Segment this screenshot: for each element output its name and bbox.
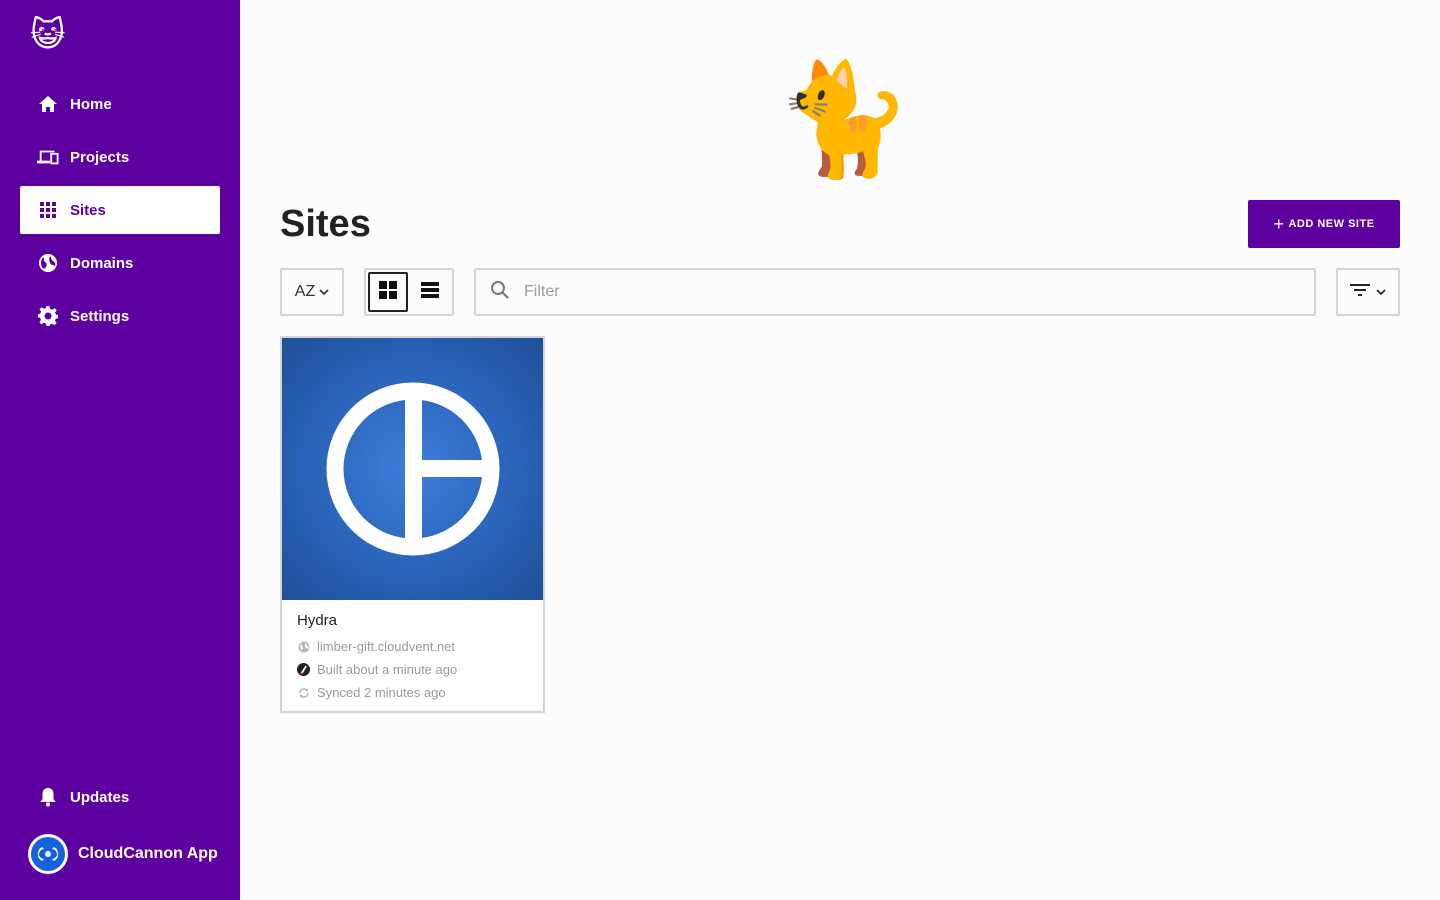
grid-icon (37, 199, 59, 221)
add-new-site-label: ADD NEW SITE (1288, 218, 1375, 230)
page-title: Sites (280, 203, 371, 245)
sidebar-item-label: Projects (70, 148, 130, 166)
gear-icon (37, 305, 59, 327)
chevron-down-icon (319, 283, 329, 301)
sidebar-bottom: Updates CloudCannon App (20, 773, 220, 879)
site-build-row: Built about a minute ago (297, 658, 528, 681)
site-name: Hydra (297, 612, 338, 629)
bell-icon (37, 786, 59, 808)
devices-icon (37, 146, 59, 168)
sidebar-item-sites[interactable]: Sites (20, 186, 220, 234)
site-domain-row: limber-gift.cloudvent.net (297, 635, 528, 658)
site-thumbnail (282, 338, 543, 600)
sidebar-item-settings[interactable]: Settings (20, 292, 220, 340)
sidebar-item-domains[interactable]: Domains (20, 239, 220, 287)
sort-dropdown[interactable]: AZ (280, 268, 344, 316)
list-view-button[interactable] (410, 272, 450, 312)
app-name: CloudCannon App (78, 845, 218, 862)
home-icon (37, 93, 59, 115)
sidebar-nav: Home Projects Sites Domains Settings (20, 80, 220, 345)
sidebar-item-home[interactable]: Home (20, 80, 220, 128)
sort-az-icon: AZ (294, 283, 316, 300)
globe-icon (37, 252, 59, 274)
sidebar-item-label: Home (70, 95, 112, 113)
cat-logo-icon[interactable]: 😺 (30, 15, 65, 55)
add-new-site-button[interactable]: + ADD NEW SITE (1248, 200, 1400, 248)
filter-input[interactable] (524, 283, 1284, 301)
site-card[interactable]: Hydra limber-gift.cloudvent.net Built ab… (280, 336, 545, 713)
main-content: 🐈 Sites + ADD NEW SITE AZ Filter Hydra l… (240, 0, 1440, 900)
site-sync-status: Synced 2 minutes ago (317, 685, 446, 700)
sidebar-item-projects[interactable]: Projects (20, 133, 220, 181)
app-avatar (28, 834, 68, 874)
app-switcher[interactable]: CloudCannon App (20, 829, 220, 879)
view-toggle (364, 268, 454, 316)
sidebar-item-updates[interactable]: Updates (20, 773, 220, 821)
site-build-status: Built about a minute ago (317, 662, 458, 677)
cloudcannon-logo-icon (31, 837, 65, 871)
grid-view-button[interactable] (368, 272, 408, 312)
site-card-body: Hydra limber-gift.cloudvent.net Built ab… (282, 600, 543, 716)
site-sync-row: Synced 2 minutes ago (297, 681, 528, 704)
sidebar: 😺 Home Projects Sites Domains Settings U… (0, 0, 240, 900)
sidebar-item-label: Sites (70, 201, 106, 219)
grid-view-icon (379, 280, 397, 304)
plus-icon: + (1273, 214, 1285, 234)
sync-icon (297, 686, 310, 699)
globe-icon (297, 640, 310, 653)
sidebar-item-label: Domains (70, 254, 134, 272)
list-view-icon (421, 281, 439, 303)
filter-list-icon (1350, 283, 1370, 302)
hydra-logo-icon (326, 382, 499, 556)
cat-hero-icon: 🐈 (775, 58, 912, 181)
search-icon (490, 280, 510, 305)
filter-field (474, 268, 1316, 316)
sidebar-item-label: Updates (70, 788, 130, 806)
filter-options-dropdown[interactable] (1336, 268, 1400, 316)
build-status-icon (297, 663, 310, 676)
chevron-down-icon (1376, 283, 1386, 301)
sidebar-item-label: Settings (70, 307, 130, 325)
site-domain[interactable]: limber-gift.cloudvent.net (317, 639, 455, 654)
